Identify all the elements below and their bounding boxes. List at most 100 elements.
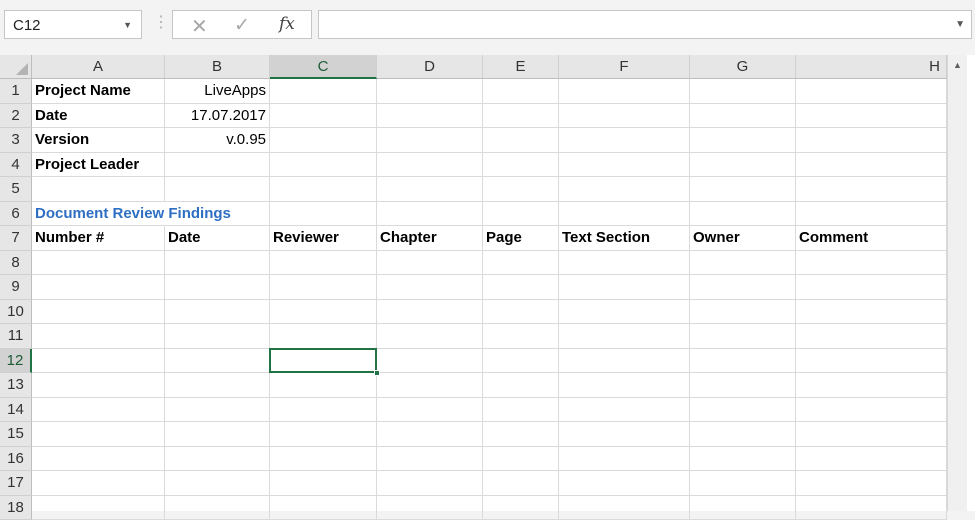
cell-d11[interactable] (377, 324, 483, 349)
cell-c6[interactable] (270, 202, 377, 227)
cell-e3[interactable] (483, 128, 559, 153)
cell-h1[interactable] (796, 79, 947, 104)
cell-e12[interactable] (483, 349, 559, 374)
name-box[interactable]: C12 ▼ (4, 10, 142, 39)
cell-b7[interactable]: Date (165, 226, 270, 251)
cell-a1[interactable]: Project Name (32, 79, 165, 104)
cell-c8[interactable] (270, 251, 377, 276)
cell-f3[interactable] (559, 128, 690, 153)
cell-d16[interactable] (377, 447, 483, 472)
cell-b11[interactable] (165, 324, 270, 349)
row-header-14[interactable]: 14 (0, 398, 32, 423)
column-header-c[interactable]: C (270, 55, 377, 79)
cell-g13[interactable] (690, 373, 796, 398)
cell-h12[interactable] (796, 349, 947, 374)
cell-a7[interactable]: Number # (32, 226, 165, 251)
cell-d8[interactable] (377, 251, 483, 276)
cell-b8[interactable] (165, 251, 270, 276)
cell-g10[interactable] (690, 300, 796, 325)
select-all-corner[interactable] (0, 55, 32, 79)
cancel-icon[interactable]: ✕ (191, 14, 208, 39)
cell-e9[interactable] (483, 275, 559, 300)
cell-c2[interactable] (270, 104, 377, 129)
cell-a18[interactable] (32, 496, 165, 520)
cell-g1[interactable] (690, 79, 796, 104)
cell-h13[interactable] (796, 373, 947, 398)
cell-c14[interactable] (270, 398, 377, 423)
cell-f9[interactable] (559, 275, 690, 300)
column-header-a[interactable]: A (32, 55, 165, 79)
cell-e5[interactable] (483, 177, 559, 202)
row-header-13[interactable]: 13 (0, 373, 32, 398)
cell-g12[interactable] (690, 349, 796, 374)
formula-input[interactable]: ▼ (318, 10, 972, 39)
enter-icon[interactable]: ✓ (234, 14, 250, 37)
cell-f4[interactable] (559, 153, 690, 178)
cell-d5[interactable] (377, 177, 483, 202)
cell-a16[interactable] (32, 447, 165, 472)
cell-a9[interactable] (32, 275, 165, 300)
cell-a6[interactable]: Document Review Findings (32, 202, 165, 227)
cell-d2[interactable] (377, 104, 483, 129)
cell-c5[interactable] (270, 177, 377, 202)
column-header-e[interactable]: E (483, 55, 559, 79)
cell-g5[interactable] (690, 177, 796, 202)
cell-h18[interactable] (796, 496, 947, 520)
cell-h14[interactable] (796, 398, 947, 423)
insert-function-icon[interactable]: fx (279, 14, 295, 34)
cell-d3[interactable] (377, 128, 483, 153)
cell-b10[interactable] (165, 300, 270, 325)
cell-h10[interactable] (796, 300, 947, 325)
cell-e10[interactable] (483, 300, 559, 325)
cell-f14[interactable] (559, 398, 690, 423)
cell-d9[interactable] (377, 275, 483, 300)
cell-b2[interactable]: 17.07.2017 (165, 104, 270, 129)
cell-b15[interactable] (165, 422, 270, 447)
row-header-16[interactable]: 16 (0, 447, 32, 472)
expand-formula-bar-icon[interactable]: ▼ (955, 19, 965, 30)
cell-h4[interactable] (796, 153, 947, 178)
cell-e15[interactable] (483, 422, 559, 447)
cell-a8[interactable] (32, 251, 165, 276)
cell-d17[interactable] (377, 471, 483, 496)
cell-f18[interactable] (559, 496, 690, 520)
row-header-9[interactable]: 9 (0, 275, 32, 300)
cell-f17[interactable] (559, 471, 690, 496)
column-header-d[interactable]: D (377, 55, 483, 79)
row-header-15[interactable]: 15 (0, 422, 32, 447)
cell-b13[interactable] (165, 373, 270, 398)
cell-g18[interactable] (690, 496, 796, 520)
cell-a10[interactable] (32, 300, 165, 325)
cell-e7[interactable]: Page (483, 226, 559, 251)
cell-d6[interactable] (377, 202, 483, 227)
cell-b16[interactable] (165, 447, 270, 472)
cell-c10[interactable] (270, 300, 377, 325)
cell-a11[interactable] (32, 324, 165, 349)
column-header-g[interactable]: G (690, 55, 796, 79)
cell-g7[interactable]: Owner (690, 226, 796, 251)
cell-b18[interactable] (165, 496, 270, 520)
cell-d14[interactable] (377, 398, 483, 423)
cell-h11[interactable] (796, 324, 947, 349)
cell-d18[interactable] (377, 496, 483, 520)
cell-f11[interactable] (559, 324, 690, 349)
cell-b12[interactable] (165, 349, 270, 374)
cell-e13[interactable] (483, 373, 559, 398)
spreadsheet-grid[interactable]: ABCDEFGH1Project NameLiveApps2Date17.07.… (0, 55, 975, 511)
cell-g8[interactable] (690, 251, 796, 276)
row-header-17[interactable]: 17 (0, 471, 32, 496)
cell-c7[interactable]: Reviewer (270, 226, 377, 251)
cell-h5[interactable] (796, 177, 947, 202)
cell-d10[interactable] (377, 300, 483, 325)
cell-f7[interactable]: Text Section (559, 226, 690, 251)
cell-h17[interactable] (796, 471, 947, 496)
cell-f8[interactable] (559, 251, 690, 276)
cell-f12[interactable] (559, 349, 690, 374)
row-header-18[interactable]: 18 (0, 496, 32, 520)
cell-d13[interactable] (377, 373, 483, 398)
cell-g14[interactable] (690, 398, 796, 423)
cell-f10[interactable] (559, 300, 690, 325)
row-header-4[interactable]: 4 (0, 153, 32, 178)
cell-g17[interactable] (690, 471, 796, 496)
more-options-icon[interactable]: ⋮ (153, 12, 169, 32)
